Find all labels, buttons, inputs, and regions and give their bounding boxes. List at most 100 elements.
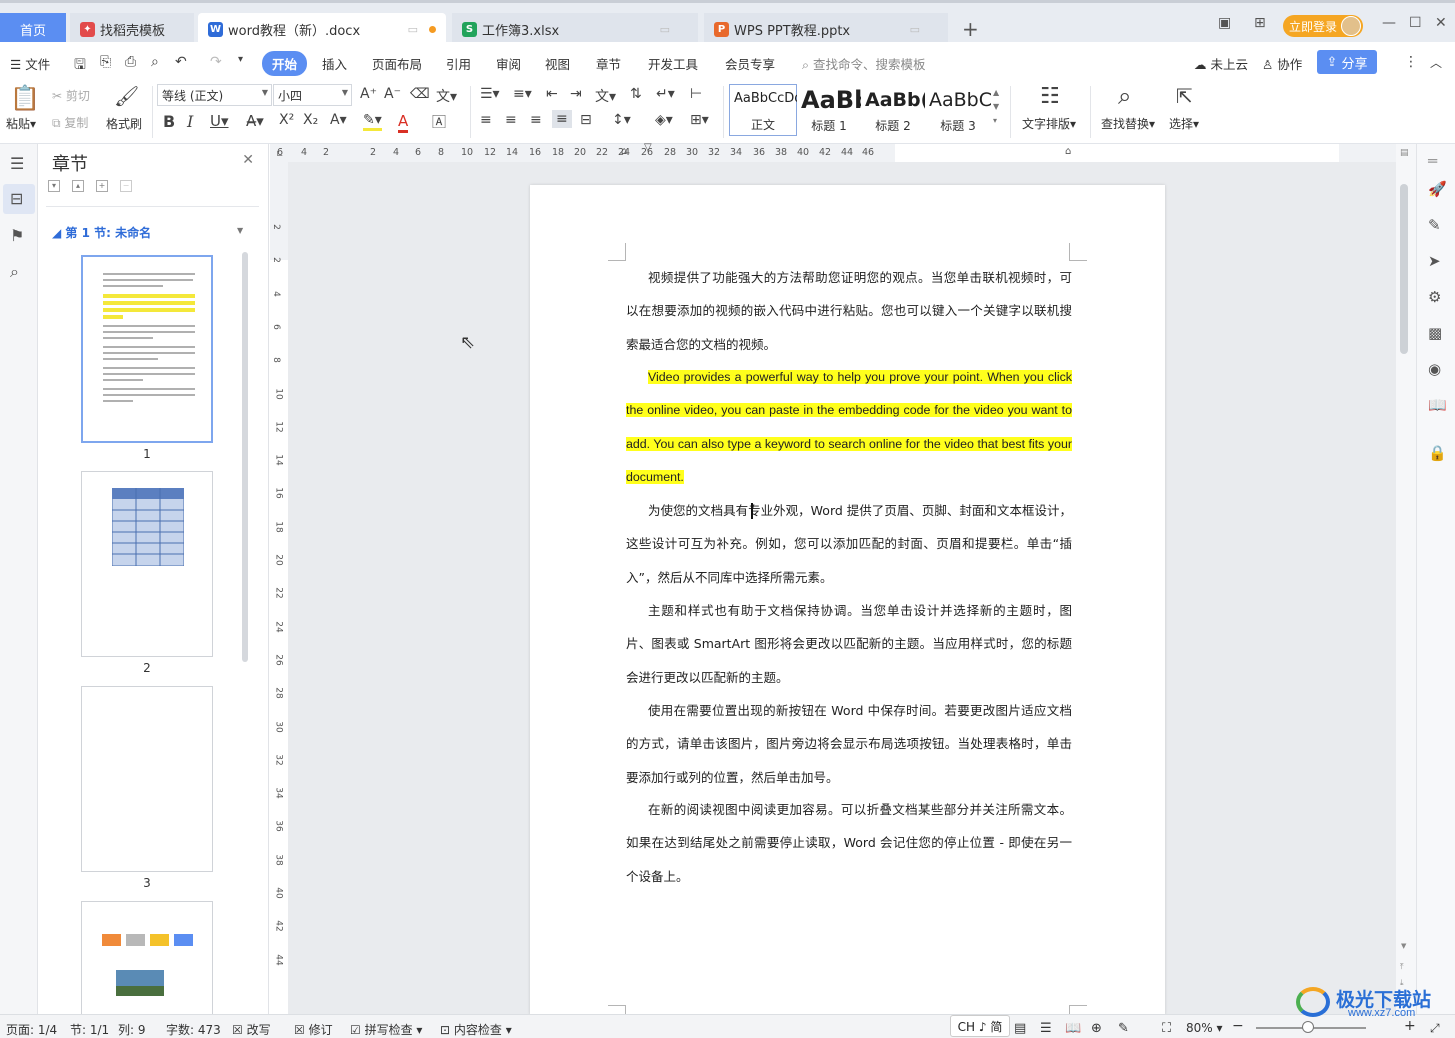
right-indent-marker-icon[interactable]: ⌂: [1065, 146, 1071, 157]
bold-icon[interactable]: B: [163, 112, 175, 131]
menu-insert[interactable]: 插入: [322, 54, 347, 73]
login-button[interactable]: 立即登录: [1283, 15, 1363, 37]
more-icon[interactable]: ⋮: [1404, 54, 1418, 70]
close-icon[interactable]: ✕: [1435, 15, 1447, 31]
layout-icon[interactable]: ▣: [1218, 15, 1231, 31]
find-icon[interactable]: ⌕: [1118, 82, 1131, 110]
menu-reference[interactable]: 引用: [446, 54, 471, 73]
tab-home[interactable]: 首页: [0, 13, 66, 45]
page-thumbnail[interactable]: [81, 686, 213, 872]
read-view-icon[interactable]: 📖: [1065, 1021, 1081, 1036]
ruler-toggle-icon[interactable]: ▤: [1400, 148, 1409, 158]
outline-icon[interactable]: ☰: [10, 154, 28, 173]
menu-review[interactable]: 审阅: [496, 54, 521, 73]
bullet-list-icon[interactable]: ☰▾: [480, 86, 500, 102]
minimize-icon[interactable]: —: [1382, 15, 1396, 31]
format-painter-button[interactable]: 格式刷: [106, 115, 142, 132]
content-check-button[interactable]: ⊡ 内容检查 ▾: [440, 1021, 512, 1038]
text-layout-button[interactable]: 文字排版▾: [1022, 115, 1076, 132]
collab-button[interactable]: ♙ 协作: [1262, 54, 1302, 73]
borders-icon[interactable]: ⊞▾: [690, 112, 709, 128]
zoom-slider-knob[interactable]: [1302, 1021, 1314, 1033]
text-effect-icon[interactable]: A▾: [330, 112, 347, 128]
add-section-icon[interactable]: +: [96, 180, 108, 192]
cut-button[interactable]: ✂ 剪切: [52, 87, 90, 104]
spell-check-toggle[interactable]: ☑ 拼写检查 ▾: [350, 1021, 422, 1038]
line-spacing-icon[interactable]: ↕▾: [612, 112, 631, 128]
collapse-all-icon[interactable]: ▾: [48, 180, 60, 192]
char-border-icon[interactable]: 🄰: [432, 112, 446, 132]
paste-button[interactable]: 粘贴▾: [6, 115, 36, 132]
paragraph[interactable]: 在新的阅读视图中阅读更加容易。可以折叠文档某些部分并关注所需文本。如果在达到结尾…: [626, 793, 1072, 893]
tab-template[interactable]: ✦ 找稻壳模板: [70, 13, 194, 45]
word-count[interactable]: 字数: 473: [166, 1021, 221, 1038]
tab-word-doc[interactable]: W word教程（新）.docx ▭: [198, 13, 446, 45]
superscript-icon[interactable]: X²: [279, 112, 294, 128]
paragraph[interactable]: 为使您的文档具有专业外观，Word 提供了页眉、页脚、封面和文本框设计，这些设计…: [626, 494, 1072, 594]
pinyin-icon[interactable]: 文▾: [436, 86, 457, 106]
strikethrough-icon[interactable]: A̶▾: [246, 112, 264, 130]
paragraph[interactable]: 主题和样式也有助于文档保持协调。当您单击设计并选择新的主题时，图片、图表或 Sm…: [626, 594, 1072, 694]
numbered-list-icon[interactable]: ≡▾: [513, 86, 532, 102]
ime-indicator[interactable]: CH ♪ 简: [950, 1015, 1010, 1037]
page-count[interactable]: 页面: 1/4: [6, 1021, 57, 1038]
section-menu-icon[interactable]: ▼: [237, 226, 243, 235]
rocket-icon[interactable]: 🚀: [1428, 180, 1447, 198]
fit-page-icon[interactable]: ⛶: [1162, 1021, 1171, 1036]
share-button[interactable]: ⇪ 分享: [1317, 50, 1377, 74]
pointer-icon[interactable]: ➤: [1428, 252, 1441, 270]
menu-devtools[interactable]: 开发工具: [648, 54, 698, 73]
monitor-icon[interactable]: ▭: [660, 23, 670, 36]
indent-icon[interactable]: ⇥: [570, 86, 582, 102]
search-icon[interactable]: ⌕: [10, 262, 28, 281]
paragraph[interactable]: 使用在需要位置出现的新按钮在 Word 中保存时间。若要更改图片适应文档的方式，…: [626, 694, 1072, 794]
style-heading-1[interactable]: AaBb 标题 1: [797, 84, 861, 136]
lock-icon[interactable]: 🔒: [1428, 444, 1447, 462]
print-icon[interactable]: ⎙: [125, 54, 136, 70]
align-right-icon[interactable]: ≡: [530, 112, 542, 128]
paste-icon[interactable]: 📋: [10, 84, 40, 112]
font-color-icon[interactable]: A: [398, 112, 409, 133]
customize-icon[interactable]: ▾: [238, 54, 243, 65]
indent-marker-icon[interactable]: ⌂: [621, 146, 627, 157]
overtype-toggle[interactable]: ☒ 改写: [232, 1021, 271, 1038]
outline-view-icon[interactable]: ☰: [1040, 1021, 1052, 1036]
menu-layout[interactable]: 页面布局: [372, 54, 422, 73]
menu-view[interactable]: 视图: [545, 54, 570, 73]
align-center-icon[interactable]: ≡: [505, 112, 517, 128]
page-thumbnail[interactable]: [81, 471, 213, 657]
book-icon[interactable]: 📖: [1428, 396, 1447, 414]
page-thumbnail[interactable]: [81, 255, 213, 443]
preview-icon[interactable]: ⌕: [151, 54, 159, 70]
adjust-icon[interactable]: ⚙: [1428, 288, 1441, 306]
style-heading-3[interactable]: AaBbC 标题 3: [925, 84, 991, 136]
new-tab-icon[interactable]: +: [962, 17, 979, 41]
horizontal-ruler[interactable]: ∟ 6 4 2 2 4 6 8 10 12 14 16 18 20 22 24 26 28 30 32 34 36 38 4…: [270, 142, 1396, 162]
file-menu[interactable]: ☰ 文件: [10, 54, 50, 73]
show-marks-icon[interactable]: ↵▾: [656, 86, 675, 102]
copy-button[interactable]: ⧉ 复制: [52, 114, 88, 131]
tab-stops-icon[interactable]: ⊢: [690, 86, 702, 102]
expand-all-icon[interactable]: ▴: [72, 180, 84, 192]
vertical-scrollbar[interactable]: ▤ ▼ ⤒ ⤓: [1396, 144, 1416, 1014]
chinese-layout-icon[interactable]: 文▾: [595, 86, 616, 106]
find-replace-button[interactable]: 查找替换▾: [1101, 115, 1155, 132]
prev-page-icon[interactable]: ⤒: [1400, 962, 1404, 972]
first-indent-marker-icon[interactable]: ▽: [644, 142, 652, 153]
monitor-icon[interactable]: ▭: [408, 23, 418, 36]
paragraph-highlighted[interactable]: Video provides a powerful way to help yo…: [626, 361, 1072, 494]
tab-ppt[interactable]: P WPS PPT教程.pptx ▭: [704, 13, 948, 45]
zoom-out-icon[interactable]: −: [1232, 1018, 1244, 1034]
pen-icon[interactable]: ✎: [1428, 216, 1441, 234]
monitor-icon[interactable]: ▭: [910, 23, 920, 36]
collapse-ribbon-icon[interactable]: ︿: [1430, 54, 1442, 71]
remove-section-icon[interactable]: −: [120, 180, 132, 192]
maximize-icon[interactable]: ☐: [1409, 15, 1422, 31]
section-item[interactable]: ◢ 第 1 节: 未命名: [52, 224, 151, 241]
page-view-icon[interactable]: ▤: [1014, 1021, 1026, 1036]
location-icon[interactable]: ◉: [1428, 360, 1441, 378]
format-painter-icon[interactable]: 🖌: [114, 84, 139, 108]
style-scroll-icon[interactable]: ▲ ▼ ▾: [993, 86, 999, 128]
scroll-thumb[interactable]: [1400, 184, 1408, 354]
clear-format-icon[interactable]: ⌫: [410, 86, 430, 102]
